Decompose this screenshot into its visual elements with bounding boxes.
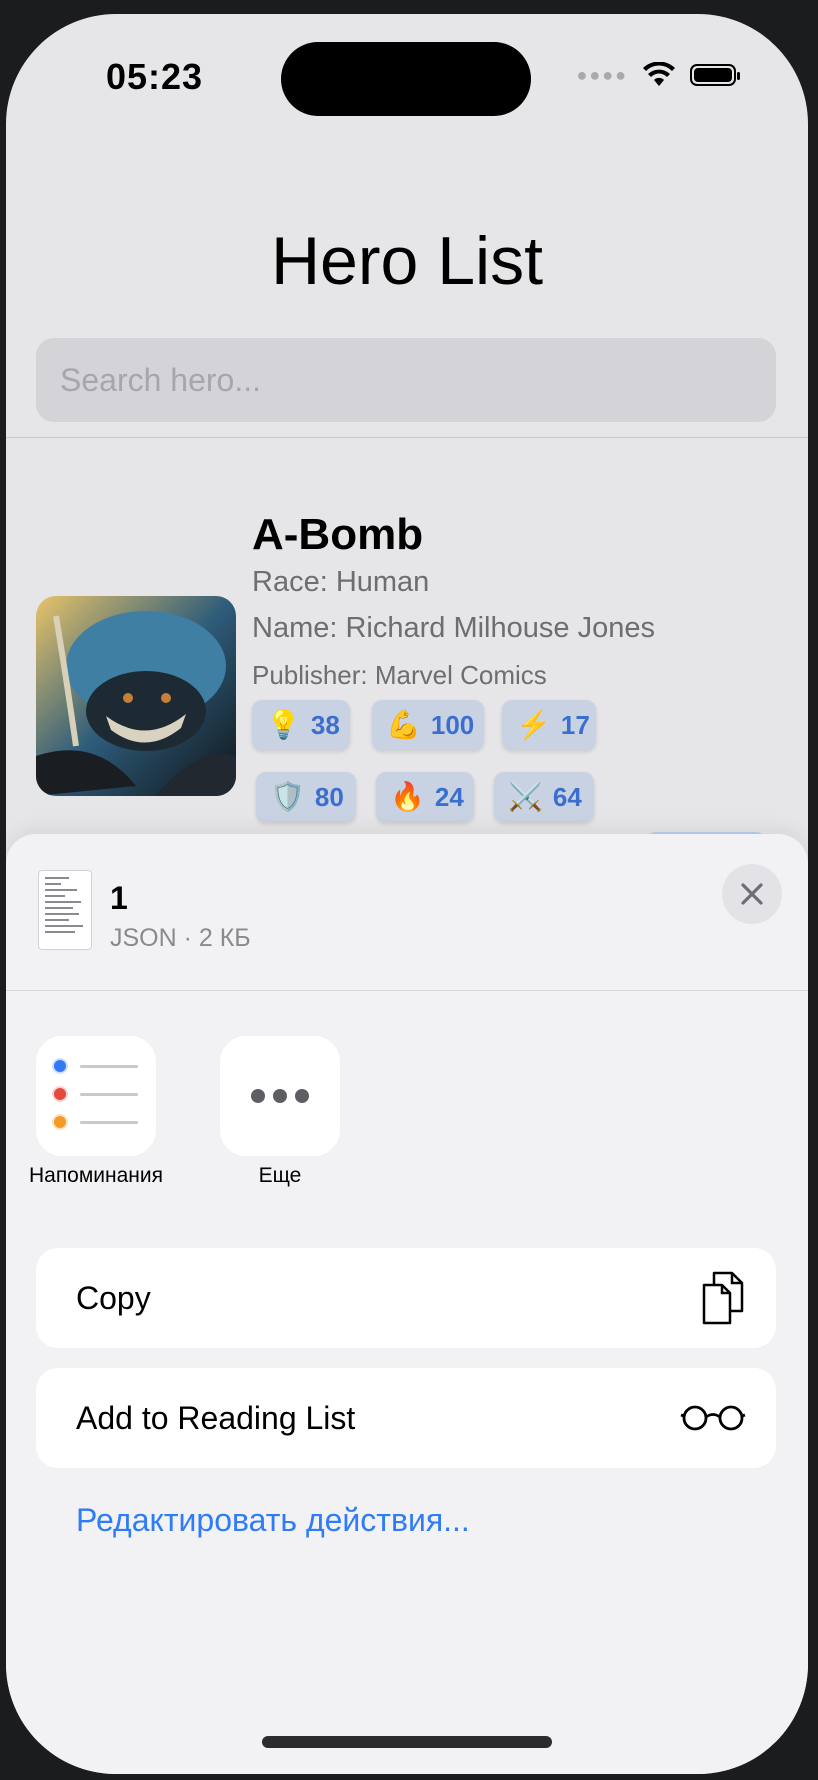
stat-combat: ⚔️ 64 <box>494 772 594 822</box>
app-reminders[interactable] <box>36 1036 156 1156</box>
page-title: Hero List <box>270 223 544 299</box>
app-reminders-label: Напоминания <box>28 1164 164 1187</box>
glasses-icon <box>680 1405 746 1431</box>
flexed-biceps-icon: 💪 <box>386 709 421 740</box>
more-icon <box>220 1036 340 1156</box>
stat-speed: ⚡ 17 <box>502 700 596 750</box>
stat-power: 🔥 24 <box>376 772 474 822</box>
copy-icon <box>702 1271 744 1325</box>
device-frame: 05:23 ●●●● Hero List Search hero... A-Bo… <box>0 0 818 1780</box>
divider <box>6 990 808 991</box>
search-input[interactable] <box>58 360 754 400</box>
lightning-icon: ⚡ <box>516 709 551 740</box>
file-info: JSON · 2 КБ <box>110 924 251 952</box>
dynamic-island <box>281 42 531 116</box>
stat-strength: 💪 100 <box>372 700 484 750</box>
shield-icon: 🛡️ <box>270 781 305 812</box>
status-time: 05:23 <box>106 56 204 97</box>
reading-list-action-label: Add to Reading List <box>76 1399 356 1436</box>
crossed-swords-icon: ⚔️ <box>508 781 543 812</box>
wifi-icon <box>643 62 675 86</box>
edit-actions-link[interactable]: Редактировать действия... <box>76 1502 470 1539</box>
stat-intelligence: 💡 38 <box>252 700 350 750</box>
fire-icon: 🔥 <box>390 781 425 812</box>
share-sheet: 1 JSON · 2 КБ Напоминания Еще Copy Add t… <box>6 834 808 1774</box>
cellular-signal-icon: ●●●● <box>576 64 628 85</box>
stat-durability: 🛡️ 80 <box>256 772 356 822</box>
screen: 05:23 ●●●● Hero List Search hero... A-Bo… <box>6 14 808 1774</box>
file-name: 1 <box>110 880 128 916</box>
app-more[interactable] <box>220 1036 340 1156</box>
hero-publisher: Publisher: Marvel Comics <box>252 660 547 690</box>
close-button[interactable] <box>722 864 782 924</box>
document-thumbnail-icon <box>38 870 92 950</box>
divider <box>6 437 808 438</box>
copy-action-label: Copy <box>76 1279 151 1316</box>
app-more-label: Еще <box>258 1164 302 1187</box>
battery-icon <box>690 64 740 86</box>
hero-name: A-Bomb <box>252 510 424 559</box>
home-indicator[interactable] <box>262 1736 552 1748</box>
add-to-reading-list-action[interactable]: Add to Reading List <box>36 1368 776 1468</box>
search-field[interactable] <box>36 338 776 422</box>
lightbulb-icon: 💡 <box>266 709 301 740</box>
status-icons: ●●●● <box>576 62 740 88</box>
hero-race: Race: Human <box>252 566 430 598</box>
close-icon <box>741 883 763 905</box>
copy-action[interactable]: Copy <box>36 1248 776 1348</box>
hero-full-name: Name: Richard Milhouse Jones <box>252 612 655 644</box>
hero-avatar[interactable] <box>36 596 236 796</box>
